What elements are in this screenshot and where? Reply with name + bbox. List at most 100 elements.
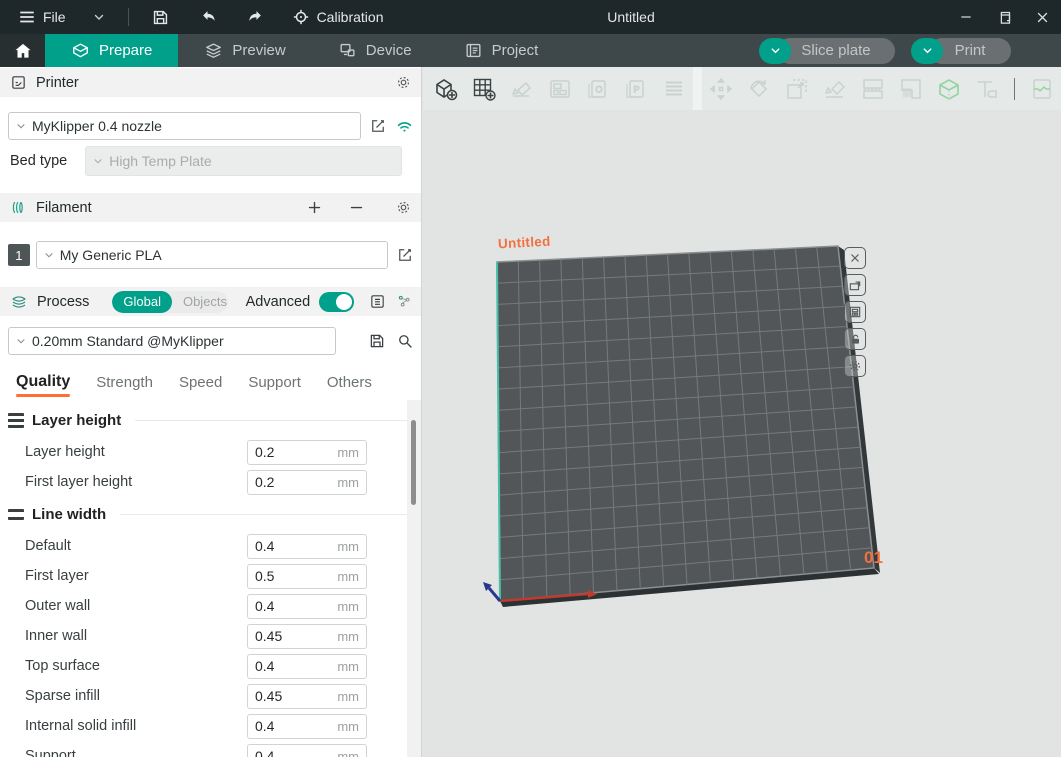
cut-button[interactable] bbox=[936, 76, 962, 102]
undo-button[interactable] bbox=[194, 4, 225, 31]
search-settings-button[interactable] bbox=[396, 332, 414, 350]
prepare-icon bbox=[71, 41, 90, 60]
setting-input[interactable]: 0.4 mm bbox=[247, 534, 367, 559]
remove-filament-button[interactable] bbox=[349, 200, 364, 215]
tab-speed[interactable]: Speed bbox=[179, 374, 222, 397]
filament-section-header: Filament bbox=[0, 193, 422, 222]
slice-plate-button[interactable]: Slice plate bbox=[777, 38, 895, 64]
lock-plate-button[interactable] bbox=[844, 328, 866, 350]
maximize-icon bbox=[997, 10, 1012, 25]
scale-button[interactable] bbox=[784, 76, 810, 102]
plate-layout-button[interactable] bbox=[844, 301, 866, 323]
setting-input[interactable]: 0.4 mm bbox=[247, 654, 367, 679]
bed-type-select[interactable]: High Temp Plate bbox=[85, 146, 402, 176]
setting-input[interactable]: 0.45 mm bbox=[247, 624, 367, 649]
setting-input[interactable]: 0.4 mm bbox=[247, 744, 367, 757]
file-menu-button[interactable]: File bbox=[12, 4, 72, 30]
variable-layer-button[interactable] bbox=[661, 76, 687, 102]
scrollbar-thumb[interactable] bbox=[411, 420, 416, 505]
printer-preset-select[interactable]: MyKlipper 0.4 nozzle bbox=[8, 112, 361, 140]
tab-support[interactable]: Support bbox=[248, 374, 301, 397]
calibration-button[interactable]: Calibration bbox=[286, 4, 390, 30]
sidebar-panel: Printer MyKlipper 0.4 nozzle Bed type Hi… bbox=[0, 67, 422, 757]
setting-input[interactable]: 0.2 mm bbox=[247, 470, 367, 495]
split-parts-button[interactable]: P bbox=[623, 76, 649, 102]
filament-settings-button[interactable] bbox=[395, 199, 412, 216]
move-button[interactable] bbox=[708, 76, 734, 102]
plate-settings-button[interactable] bbox=[844, 355, 866, 377]
place-on-face-button[interactable] bbox=[822, 76, 848, 102]
close-button[interactable] bbox=[1023, 0, 1061, 34]
group-divider bbox=[120, 514, 408, 515]
group-title: Layer height bbox=[32, 412, 121, 429]
tab-preview[interactable]: Preview bbox=[178, 34, 311, 67]
setting-input[interactable]: 0.5 mm bbox=[247, 564, 367, 589]
settings-scrollbar[interactable] bbox=[407, 400, 421, 757]
setting-input[interactable]: 0.4 mm bbox=[247, 594, 367, 619]
scope-objects-button[interactable]: Objects bbox=[172, 291, 228, 313]
edit-printer-button[interactable] bbox=[369, 117, 387, 135]
build-plate[interactable] bbox=[497, 246, 874, 601]
redo-button[interactable] bbox=[239, 4, 270, 31]
home-button[interactable] bbox=[0, 34, 45, 67]
setting-input[interactable]: 0.45 mm bbox=[247, 684, 367, 709]
auto-orient-button[interactable] bbox=[509, 76, 535, 102]
maximize-button[interactable] bbox=[985, 0, 1023, 34]
tab-prepare[interactable]: Prepare bbox=[45, 34, 178, 67]
object-list-button[interactable] bbox=[397, 294, 412, 309]
chevron-down-icon bbox=[921, 44, 934, 57]
arrange-plate-button[interactable] bbox=[844, 274, 866, 296]
calibration-label: Calibration bbox=[317, 9, 384, 25]
split-horizontal-button[interactable] bbox=[860, 76, 886, 102]
assembly-view-button[interactable] bbox=[1029, 76, 1055, 102]
printer-connection-button[interactable] bbox=[395, 117, 414, 136]
parameter-table-button[interactable] bbox=[369, 293, 386, 310]
minimize-button[interactable] bbox=[947, 0, 985, 34]
setting-value: 0.5 bbox=[255, 568, 337, 584]
slice-options-button[interactable] bbox=[759, 38, 791, 64]
setting-unit: mm bbox=[337, 569, 359, 584]
viewport-3d[interactable]: O P Untitled 01 bbox=[423, 67, 1061, 757]
printer-settings-button[interactable] bbox=[395, 74, 412, 91]
filament-preset-select[interactable]: My Generic PLA bbox=[36, 241, 388, 269]
filament-section-title: Filament bbox=[36, 200, 92, 216]
svg-text:P: P bbox=[634, 84, 640, 94]
setting-value: 0.45 bbox=[255, 628, 337, 644]
filament-index-badge[interactable]: 1 bbox=[8, 244, 30, 266]
titlebar-divider bbox=[128, 8, 129, 26]
save-button[interactable] bbox=[145, 4, 176, 31]
rotate-button[interactable] bbox=[746, 76, 772, 102]
setting-input[interactable]: 0.4 mm bbox=[247, 714, 367, 739]
settings-group: Line width Default 0.4 mm First layer 0.… bbox=[0, 497, 422, 757]
add-filament-button[interactable] bbox=[307, 200, 322, 215]
device-icon bbox=[338, 41, 357, 60]
plate-layout-icon bbox=[848, 305, 862, 319]
save-preset-button[interactable] bbox=[368, 332, 386, 350]
split-objects-button[interactable]: O bbox=[585, 76, 611, 102]
edit-filament-button[interactable] bbox=[396, 246, 414, 264]
tab-project[interactable]: Project bbox=[438, 34, 565, 67]
setting-input[interactable]: 0.2 mm bbox=[247, 440, 367, 465]
tab-quality[interactable]: Quality bbox=[16, 373, 70, 397]
edit-icon bbox=[369, 117, 387, 135]
file-menu-dropdown[interactable] bbox=[86, 6, 112, 28]
text-button[interactable] bbox=[974, 76, 1000, 102]
tab-others[interactable]: Others bbox=[327, 374, 372, 397]
fill-region-button[interactable] bbox=[898, 76, 924, 102]
build-plate-scene[interactable] bbox=[423, 67, 1061, 757]
process-preset-select[interactable]: 0.20mm Standard @MyKlipper bbox=[8, 327, 336, 355]
add-object-button[interactable] bbox=[433, 76, 459, 102]
arrange-button[interactable] bbox=[547, 76, 573, 102]
lock-icon bbox=[849, 333, 862, 346]
chevron-down-icon bbox=[43, 249, 55, 261]
tab-device[interactable]: Device bbox=[312, 34, 438, 67]
advanced-toggle[interactable] bbox=[319, 292, 354, 312]
tab-strength[interactable]: Strength bbox=[96, 374, 153, 397]
add-plate-button[interactable] bbox=[471, 76, 497, 102]
setting-value: 0.4 bbox=[255, 598, 337, 614]
process-icon bbox=[10, 293, 28, 311]
undo-icon bbox=[200, 8, 219, 27]
print-options-button[interactable] bbox=[911, 38, 943, 64]
delete-plate-button[interactable] bbox=[844, 247, 866, 269]
scope-global-button[interactable]: Global bbox=[112, 291, 172, 313]
